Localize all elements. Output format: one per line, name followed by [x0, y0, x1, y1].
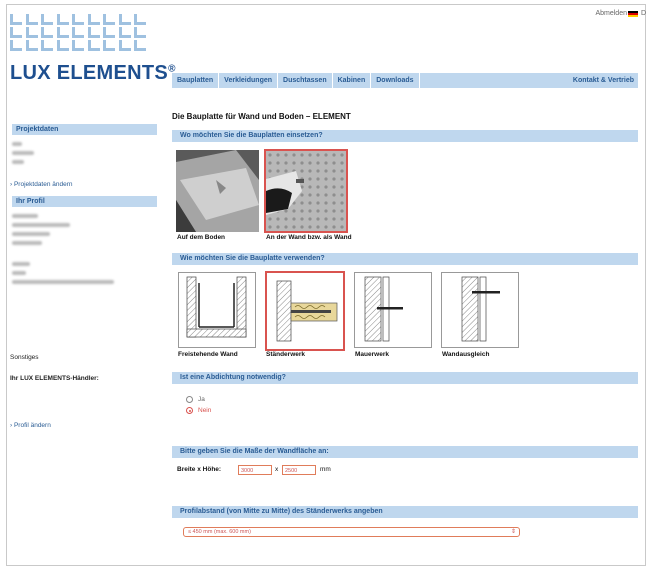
misc-label: Sonstiges	[10, 354, 39, 361]
option-floor-label[interactable]: Auf dem Boden	[177, 234, 225, 241]
main-nav: Bauplatten Verkleidungen Duschtassen Kab…	[172, 73, 638, 88]
logo-grid-cell	[87, 27, 100, 38]
logo-grid-bottom	[10, 86, 150, 100]
redacted-text	[12, 214, 38, 218]
sealing-yes-label[interactable]: Ja	[198, 396, 205, 403]
section-usage-location: Wo möchten Sie die Bauplatten einsetzen?	[172, 130, 638, 142]
logo-grid-cell	[103, 27, 115, 38]
logo-grid-cell	[134, 27, 146, 38]
logo-grid-cell	[56, 27, 69, 38]
redacted-text	[12, 280, 114, 284]
redacted-text	[12, 232, 50, 236]
logo-grid-cell	[118, 40, 131, 51]
logo-grid-cell	[41, 27, 53, 38]
option-floor-image[interactable]	[176, 150, 259, 232]
chevron-updown-icon: ⇕	[510, 529, 516, 535]
logo-grid-cell	[25, 40, 38, 51]
nav-item-duschtassen[interactable]: Duschtassen	[278, 73, 333, 88]
logo-grid-cell	[25, 27, 38, 38]
times-symbol: x	[275, 466, 279, 473]
logout-link[interactable]: Abmelden	[595, 10, 627, 17]
nav-item-bauplatten[interactable]: Bauplatten	[172, 73, 220, 88]
logo-grid-cell	[41, 40, 53, 51]
logo-grid-cell	[10, 40, 22, 51]
logo-grid-cell	[56, 40, 69, 51]
nav-item-kabinen[interactable]: Kabinen	[333, 73, 372, 88]
option-wall-leveling-diagram[interactable]	[441, 272, 519, 348]
option-wall-label[interactable]: An der Wand bzw. als Wand	[266, 234, 352, 241]
section-sealing: Ist eine Abdichtung notwendig?	[172, 372, 638, 384]
logo-grid-cell	[87, 40, 100, 51]
option-wall-image[interactable]	[264, 149, 348, 233]
logo-grid-cell	[72, 14, 84, 25]
logo-grid-cell	[134, 14, 146, 25]
logo-grid-cell	[72, 27, 84, 38]
logo-grid-cell	[10, 14, 22, 25]
option-stud-wall-diagram[interactable]	[265, 271, 345, 351]
logo-grid-cell	[56, 14, 69, 25]
sidebar-heading-project: Projektdaten	[12, 124, 157, 135]
redacted-text	[12, 142, 22, 146]
option-freestanding-label[interactable]: Freistehende Wand	[178, 351, 238, 358]
page-title: Die Bauplatte für Wand und Boden – ELEME…	[172, 112, 351, 121]
nav-item-contact[interactable]: Kontakt & Vertrieb	[573, 73, 634, 88]
unit-label: mm	[320, 466, 331, 473]
option-masonry-diagram[interactable]	[354, 272, 432, 348]
logo-grid-cell	[72, 40, 84, 51]
redacted-text	[12, 241, 42, 245]
german-flag-icon[interactable]	[628, 11, 638, 17]
redacted-text	[12, 151, 34, 155]
nav-item-downloads[interactable]: Downloads	[371, 73, 420, 88]
logo-grid-cell	[103, 40, 115, 51]
option-stud-wall-label[interactable]: Ständerwerk	[266, 351, 305, 358]
edit-project-link[interactable]: › Projektdaten ändern	[10, 181, 73, 188]
logo-grid-cell	[25, 14, 38, 25]
dimensions-label: Breite x Höhe:	[177, 466, 222, 473]
logo-grid-cell	[41, 14, 53, 25]
sealing-no-radio[interactable]	[186, 407, 193, 414]
profile-spacing-select[interactable]: ≤ 450 mm (max. 600 mm) ⇕	[183, 527, 520, 537]
logo-grid-cell	[118, 14, 131, 25]
redacted-text	[12, 160, 24, 164]
height-input[interactable]: 2500	[282, 465, 316, 475]
section-profile-spacing: Profilabstand (von Mitte zu Mitte) des S…	[172, 506, 638, 518]
logo-grid-cell	[118, 27, 131, 38]
redacted-text	[12, 262, 30, 266]
width-input[interactable]: 3000	[238, 465, 272, 475]
logo-grid-cell	[134, 40, 146, 51]
logo-grid-cell	[103, 14, 115, 25]
language-label[interactable]: D	[641, 10, 646, 17]
nav-item-verkleidungen[interactable]: Verkleidungen	[219, 73, 279, 88]
sealing-yes-radio[interactable]	[186, 396, 193, 403]
option-masonry-label[interactable]: Mauerwerk	[355, 351, 389, 358]
logo-grid	[10, 14, 150, 54]
profile-spacing-value: ≤ 450 mm (max. 600 mm)	[188, 529, 251, 535]
dealer-label: Ihr LUX ELEMENTS-Händler:	[10, 375, 99, 382]
logo-grid-cell	[10, 27, 22, 38]
edit-profile-link[interactable]: › Profil ändern	[10, 422, 51, 429]
redacted-text	[12, 223, 70, 227]
brand-logo[interactable]: LUX ELEMENTS®	[10, 62, 176, 85]
option-freestanding-diagram[interactable]	[178, 272, 256, 348]
option-wall-leveling-label[interactable]: Wandausgleich	[442, 351, 489, 358]
logo-grid-cell	[87, 14, 100, 25]
sealing-no-label[interactable]: Nein	[198, 407, 211, 414]
sidebar-heading-profile: Ihr Profil	[12, 196, 157, 207]
section-usage-type: Wie möchten Sie die Bauplatte verwenden?	[172, 253, 638, 265]
redacted-text	[12, 271, 26, 275]
section-dimensions: Bitte geben Sie die Maße der Wandfläche …	[172, 446, 638, 458]
